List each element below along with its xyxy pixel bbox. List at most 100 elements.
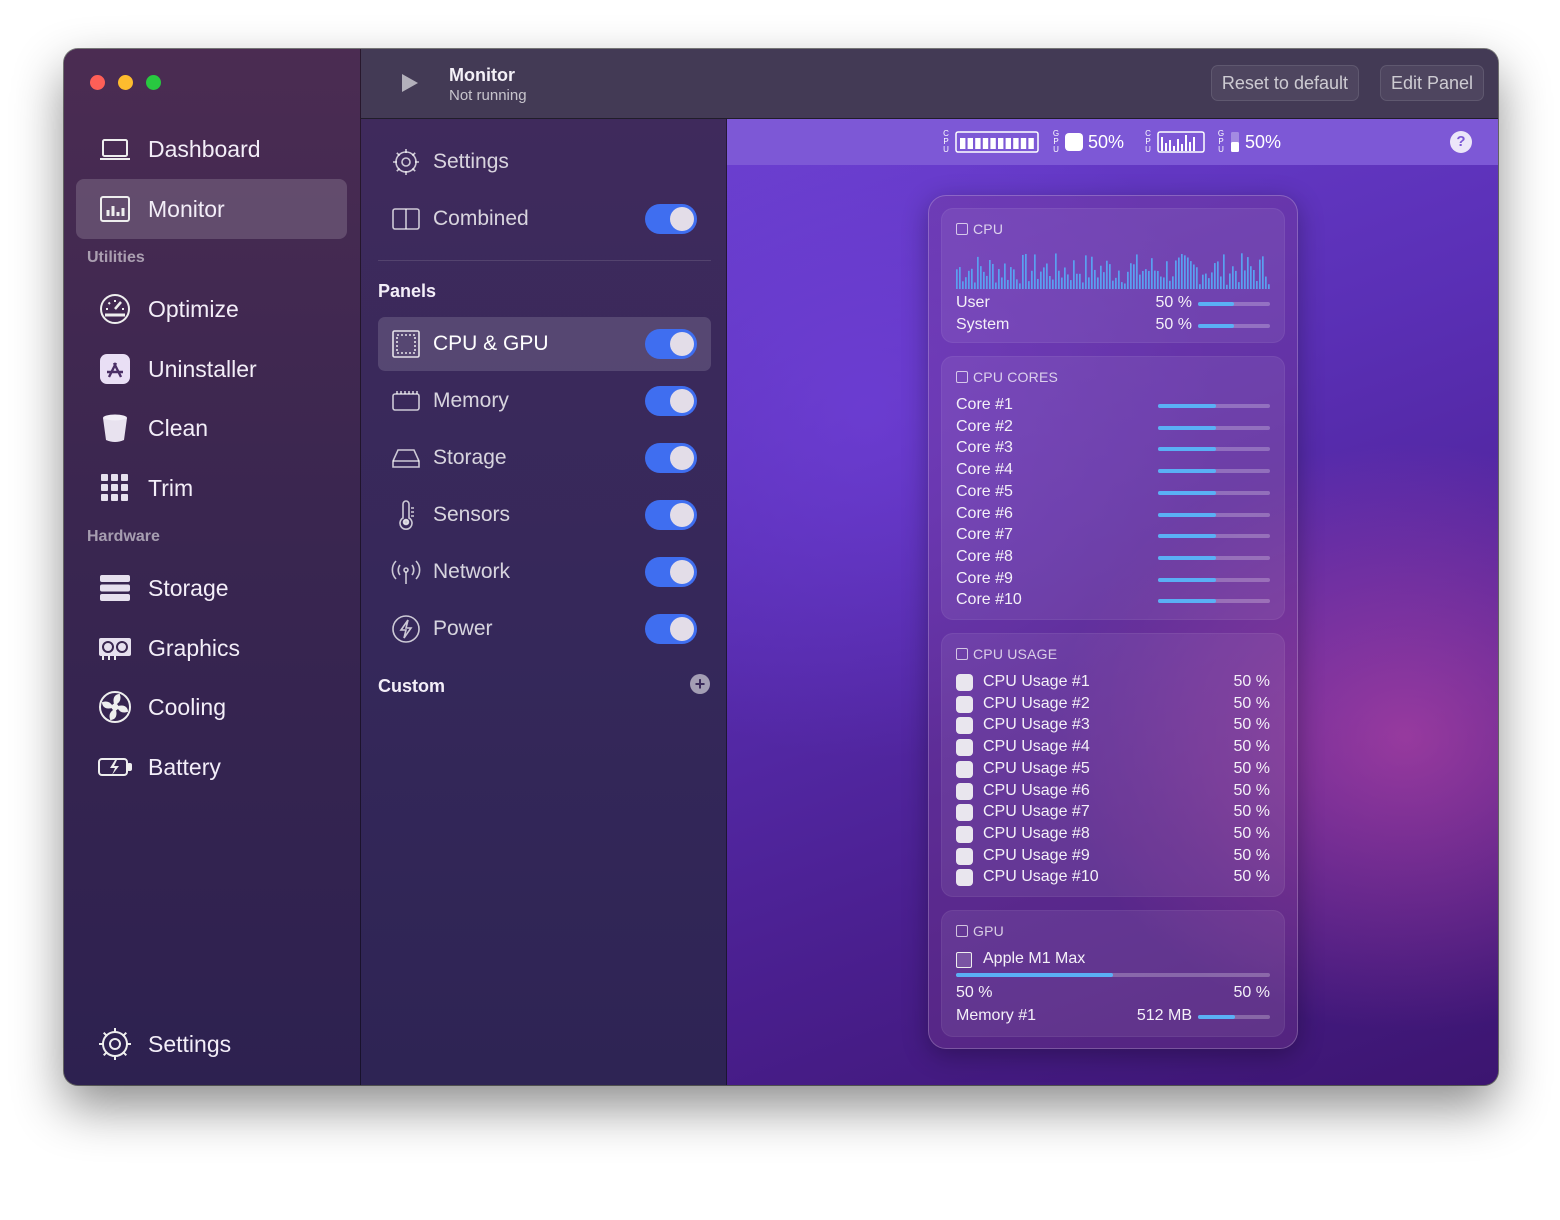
play-icon[interactable] [397,71,421,95]
cpu-history-bar [1097,277,1099,289]
panel-row-power[interactable]: Power [378,602,711,656]
cpu-usage-checkbox[interactable] [956,804,973,822]
cpu-history-bar [1187,257,1189,289]
cpu-usage-label: CPU Usage #1 [983,673,1090,690]
panel-toggle-power[interactable] [645,614,697,644]
cpu-history-bar [1136,254,1138,289]
cpu-usage-value: 50 % [1233,716,1270,734]
sidebar-item-label: Monitor [148,195,225,222]
cpu-usage-value: 50 % [1233,803,1270,821]
cpu-history-bar [1196,267,1198,289]
cpu-history-bar [1190,261,1192,289]
panel-row-network[interactable]: Network [378,545,711,599]
panel-toggle-cpu-gpu[interactable] [645,329,697,359]
cpu-usage-checkbox[interactable] [956,674,973,691]
panel-label: Sensors [433,503,511,526]
cpu-history-bar [1169,280,1171,289]
cpu-usage-value: 50 % [1233,759,1270,777]
menubar-gpu-percent[interactable]: GPU 50% [1052,128,1124,156]
menubar-cpu-bars[interactable]: CPU [942,128,1039,156]
cpu-system-row: System 50 % [956,316,1270,336]
cpu-history-bar [1166,261,1168,289]
cpu-usage-label: CPU Usage #10 [983,868,1099,886]
close-window-button[interactable] [90,75,105,90]
sidebar-item-clean[interactable]: Clean [76,398,347,458]
gpu-util-right: 50 % [1233,984,1270,1001]
sidebar-item-battery[interactable]: Battery [76,737,347,797]
cpu-usage-row: CPU Usage #9 50 % [956,847,1270,867]
combined-toggle[interactable] [645,204,697,234]
cpu-core-row: Core #9 [956,570,1270,590]
panel-toggle-memory[interactable] [645,386,697,416]
laptop-icon [96,130,134,168]
cpu-usage-row: CPU Usage #2 50 % [956,695,1270,715]
cpu-history-bar [1034,254,1036,289]
gpu-memory-value: 512 MB [1136,1007,1192,1024]
cpu-history-bar [1019,283,1021,289]
fan-icon [96,688,134,726]
panel-toggle-storage[interactable] [645,443,697,473]
mid-settings-row[interactable]: Settings [378,135,711,189]
panel-toggle-network[interactable] [645,557,697,587]
zoom-window-button[interactable] [146,75,161,90]
panel-row-storage[interactable]: Storage [378,431,711,485]
monitor-chart-icon [96,190,134,228]
cpu-usage-value: 50 % [1233,781,1270,799]
cpu-usage-checkbox[interactable] [956,782,973,800]
cpu-core-label: Core #2 [956,417,1013,435]
cpu-history-bar [992,263,994,289]
reset-to-default-button[interactable]: Reset to default [1210,65,1359,101]
edit-panel-button[interactable]: Edit Panel [1379,65,1484,101]
cpu-core-mini-bar [975,138,981,149]
cpu-history-bar [1211,272,1213,289]
help-button[interactable]: ? [1450,131,1472,153]
sidebar-item-dashboard[interactable]: Dashboard [76,119,347,179]
cpu-usage-checkbox[interactable] [956,695,973,713]
cpu-history-bar [1220,276,1222,289]
sidebar-item-graphics[interactable]: Graphics [76,618,347,678]
cpu-history-graph [956,253,1270,289]
cpu-history-bar [971,268,973,289]
cpu-usage-checkbox[interactable] [956,869,973,887]
cpu-history-bar [1244,270,1246,289]
cpu-usage-checkbox[interactable] [956,760,973,778]
cpu-usage-label: CPU Usage #2 [983,694,1090,712]
cpu-core-label: Core #1 [956,396,1013,413]
cpu-history-bar [1181,254,1183,289]
sidebar-item-monitor[interactable]: Monitor [76,179,347,239]
cpu-history-bar [1232,266,1234,289]
panel-toggle-sensors[interactable] [645,500,697,530]
sidebar-item-cooling[interactable]: Cooling [76,677,347,737]
cpu-usage-checkbox[interactable] [956,825,973,843]
cpu-usage-card-title: CPU USAGE [956,646,1057,662]
sidebar-item-trim[interactable]: Trim [76,458,347,518]
gpu-util-row: 50 % 50 % [956,984,1270,1004]
sidebar-item-uninstaller[interactable]: Uninstaller [76,339,347,399]
preview-area: CPU GPU 50% CPU GPU 50% ? CPU User 50 % … [727,119,1498,1085]
panel-row-memory[interactable]: Memory [378,374,711,428]
cpu-usage-checkbox[interactable] [956,717,973,735]
gear-icon [390,146,422,178]
cpu-history-bar [1115,277,1117,289]
panel-row-sensors[interactable]: Sensors [378,488,711,542]
panel-row-cpu-gpu[interactable]: CPU & GPU [378,317,711,371]
cpu-usage-row: CPU Usage #8 50 % [956,825,1270,845]
cpu-cores-card-title: CPU CORES [956,369,1058,385]
menubar-cpu-percent[interactable]: GPU 50% [1217,128,1281,156]
cpu-history-bar [1094,269,1096,289]
sidebar-item-settings[interactable]: Settings [76,1014,347,1074]
panel-label: CPU & GPU [433,332,549,355]
cpu-history-bar [989,259,991,289]
cpu-history-bar [1262,256,1264,289]
sidebar-item-label: Battery [148,753,221,780]
cpu-usage-checkbox[interactable] [956,847,973,865]
cpu-history-bar [1040,271,1042,289]
cpu-usage-checkbox[interactable] [956,739,973,757]
menubar-cpu-graph[interactable]: CPU [1144,128,1205,156]
add-custom-panel-button[interactable]: + [690,674,710,694]
cpu-core-label: Core #9 [956,569,1013,587]
cpu-history-bar [980,266,982,289]
sidebar-item-storage[interactable]: Storage [76,558,347,618]
minimize-window-button[interactable] [118,75,133,90]
sidebar-item-optimize[interactable]: Optimize [76,279,347,339]
